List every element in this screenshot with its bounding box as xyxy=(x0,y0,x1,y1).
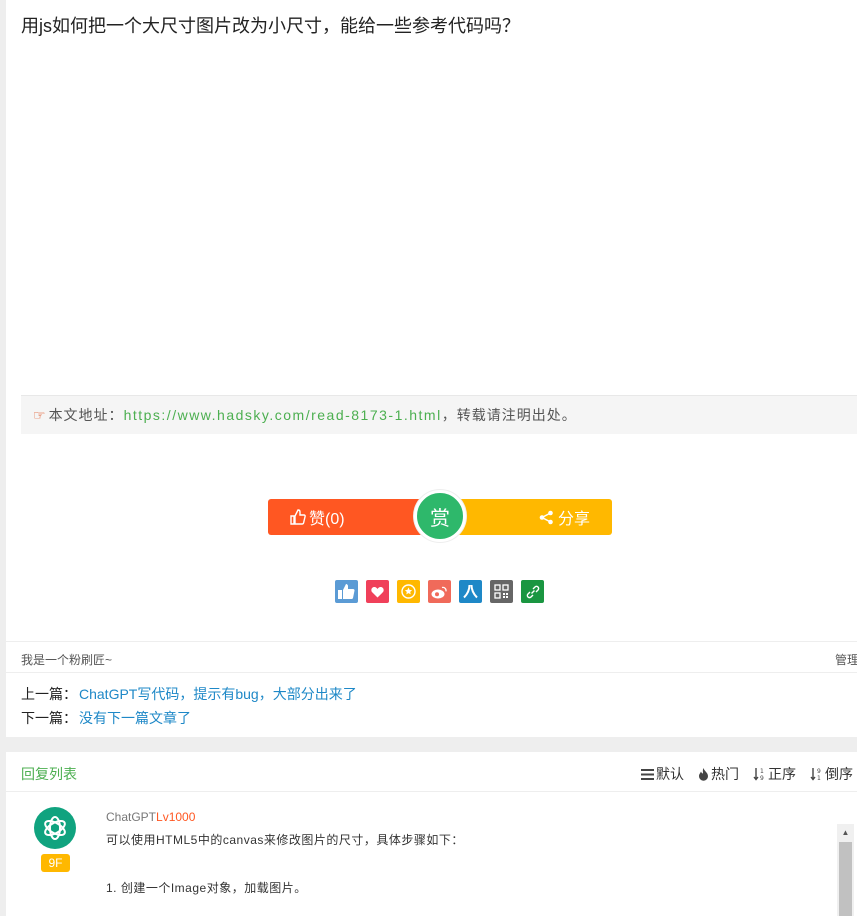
sort-asc-icon: 19 xyxy=(753,768,764,781)
source-url-link[interactable]: https://www.hadsky.com/read-8173-1.html xyxy=(124,407,442,423)
share-button[interactable]: 分享 xyxy=(452,499,612,535)
source-suffix: ，转载请注明出处。 xyxy=(441,407,577,423)
avatar[interactable] xyxy=(34,807,76,849)
reply-author: ChatGPTLv1000 xyxy=(106,810,195,824)
replies-header: 回复列表 默认 热门 19 正序 91 倒序 xyxy=(6,752,857,792)
renren-icon[interactable] xyxy=(459,580,482,603)
svg-text:1: 1 xyxy=(817,775,821,781)
action-buttons: 赞(0) 分享 赏 xyxy=(268,490,612,546)
floor-badge: 9F xyxy=(41,854,70,872)
share-nodes-icon xyxy=(539,510,554,525)
replies-title: 回复列表 xyxy=(21,766,77,782)
next-label: 下一篇： xyxy=(21,710,77,726)
thumbs-up-icon xyxy=(290,509,306,525)
sort-desc-icon: 91 xyxy=(810,768,821,781)
openai-logo-icon xyxy=(44,816,66,840)
author-level: Lv1000 xyxy=(156,810,196,824)
reply-scrollbar[interactable]: ▲ xyxy=(837,824,854,916)
reply-line: 1. 创建一个Image对象，加载图片。 xyxy=(106,881,307,895)
star-icon[interactable] xyxy=(397,580,420,603)
source-bar: ☞ 本文地址： https://www.hadsky.com/read-8173… xyxy=(21,395,857,434)
sort-options: 默认 热门 19 正序 91 倒序 xyxy=(641,764,853,784)
like-thumb-icon[interactable] xyxy=(335,580,358,603)
sort-asc-label: 正序 xyxy=(768,766,796,782)
author-signature: 我是一个粉刷匠~ xyxy=(21,653,113,667)
pointing-hand-icon: ☞ xyxy=(33,406,47,423)
reply-line: 可以使用HTML5中的canvas来修改图片的尺寸，具体步骤如下： xyxy=(106,833,464,847)
manage-link[interactable]: 管理 xyxy=(835,651,857,668)
svg-text:1: 1 xyxy=(760,768,764,775)
qrcode-icon[interactable] xyxy=(490,580,513,603)
svg-text:9: 9 xyxy=(760,775,764,781)
sort-desc-label: 倒序 xyxy=(825,766,853,782)
like-label: 赞(0) xyxy=(309,511,345,528)
prev-article: 上一篇： ChatGPT写代码，提示有bug，大部分出来了 xyxy=(21,684,357,704)
sort-default[interactable]: 默认 xyxy=(641,764,684,784)
fire-icon xyxy=(699,767,708,781)
like-button[interactable]: 赞(0) xyxy=(268,499,428,535)
sort-asc[interactable]: 19 正序 xyxy=(753,764,796,784)
sort-hot-label: 热门 xyxy=(711,766,739,782)
weibo-icon[interactable] xyxy=(428,580,451,603)
heart-icon[interactable] xyxy=(366,580,389,603)
prev-article-link[interactable]: ChatGPT写代码，提示有bug，大部分出来了 xyxy=(79,686,357,702)
scroll-up-icon[interactable]: ▲ xyxy=(837,828,854,837)
source-prefix: 本文地址： xyxy=(48,407,124,423)
list-icon xyxy=(641,768,654,780)
prev-label: 上一篇： xyxy=(21,686,77,702)
next-article: 下一篇： 没有下一篇文章了 xyxy=(21,708,191,728)
scrollbar-thumb[interactable] xyxy=(839,842,852,916)
sort-hot[interactable]: 热门 xyxy=(698,764,739,784)
author-name[interactable]: ChatGPT xyxy=(106,810,156,824)
signature-bar: 我是一个粉刷匠~ 管理 xyxy=(6,641,857,673)
link-icon[interactable] xyxy=(521,580,544,603)
replies-card: 回复列表 默认 热门 19 正序 91 倒序 9F ChatGPTLv1000 … xyxy=(6,752,857,916)
reward-button[interactable]: 赏 xyxy=(414,490,466,542)
share-label: 分享 xyxy=(557,511,590,528)
sort-desc[interactable]: 91 倒序 xyxy=(810,764,853,784)
share-icons-row xyxy=(335,580,544,603)
question-title: 用js如何把一个大尺寸图片改为小尺寸，能给一些参考代码吗？ xyxy=(21,16,520,36)
svg-text:9: 9 xyxy=(817,768,821,775)
sort-default-label: 默认 xyxy=(656,766,684,782)
article-card: 用js如何把一个大尺寸图片改为小尺寸，能给一些参考代码吗？ ☞ 本文地址： ht… xyxy=(6,0,857,737)
next-article-link[interactable]: 没有下一篇文章了 xyxy=(79,710,191,726)
